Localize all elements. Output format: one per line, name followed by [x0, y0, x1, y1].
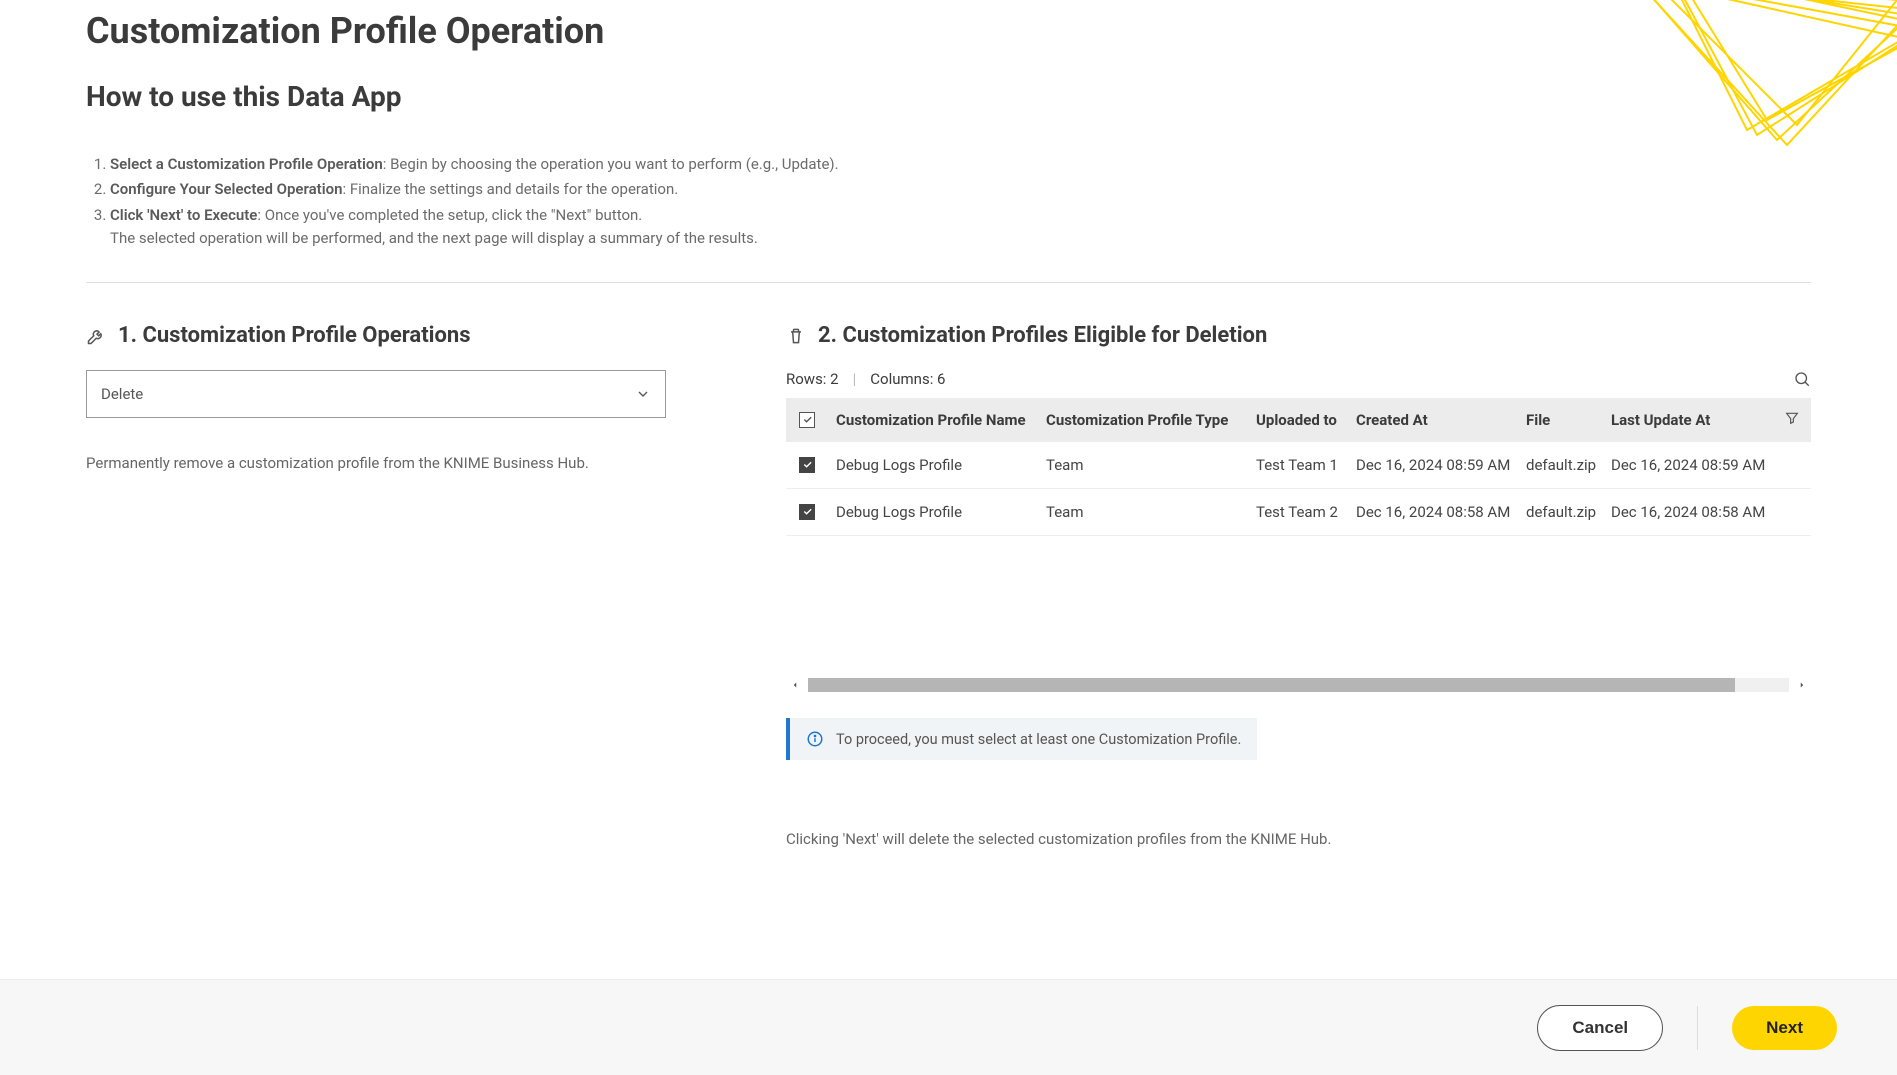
filter-button[interactable] [1784, 412, 1800, 430]
instruction-item: Select a Customization Profile Operation… [110, 153, 1811, 176]
wrench-icon [86, 326, 106, 346]
cancel-button[interactable]: Cancel [1537, 1005, 1663, 1051]
footer-bar: Cancel Next [0, 979, 1897, 1075]
col-header[interactable]: Customization Profile Name [828, 398, 1038, 442]
col-header[interactable]: Uploaded to [1248, 398, 1348, 442]
cell-created: Dec 16, 2024 08:59 AM [1348, 442, 1518, 489]
divider [86, 282, 1811, 283]
col-header[interactable]: Last Update At [1603, 398, 1773, 442]
section-heading-operations: 1. Customization Profile Operations [86, 323, 726, 348]
select-all-checkbox[interactable] [799, 412, 815, 428]
table-meta: Rows: 2 | Columns: 6 [786, 370, 1811, 388]
columns-count: Columns: 6 [870, 370, 945, 388]
col-header[interactable]: Customization Profile Type [1038, 398, 1248, 442]
next-note: Clicking 'Next' will delete the selected… [786, 830, 1811, 848]
cell-type: Team [1038, 442, 1248, 489]
cell-type: Team [1038, 489, 1248, 536]
cell-file: default.zip [1518, 442, 1603, 489]
cell-name: Debug Logs Profile [828, 489, 1038, 536]
instruction-item: Configure Your Selected Operation: Final… [110, 178, 1811, 201]
instruction-item: Click 'Next' to Execute: Once you've com… [110, 204, 1811, 251]
table-row[interactable]: Debug Logs ProfileTeamTest Team 2Dec 16,… [786, 489, 1811, 536]
operation-select-value: Delete [101, 385, 143, 403]
footer-divider [1697, 1006, 1698, 1050]
operation-select[interactable]: Delete [86, 370, 666, 418]
info-icon [806, 730, 824, 748]
row-checkbox[interactable] [799, 504, 815, 520]
horizontal-scrollbar[interactable] [786, 676, 1811, 694]
scroll-right-arrow[interactable] [1793, 676, 1811, 694]
info-banner: To proceed, you must select at least one… [786, 718, 1257, 760]
cell-file: default.zip [1518, 489, 1603, 536]
profiles-table: Customization Profile Name Customization… [786, 398, 1811, 536]
cell-uploaded: Test Team 1 [1248, 442, 1348, 489]
col-header[interactable]: Created At [1348, 398, 1518, 442]
page-title: Customization Profile Operation [86, 0, 1811, 52]
cell-name: Debug Logs Profile [828, 442, 1038, 489]
rows-count: Rows: 2 [786, 370, 839, 388]
cell-updated: Dec 16, 2024 08:58 AM [1603, 489, 1773, 536]
scroll-track[interactable] [808, 678, 1789, 692]
instructions-list: Select a Customization Profile Operation… [86, 153, 1811, 250]
section-heading-eligible: 2. Customization Profiles Eligible for D… [786, 323, 1811, 348]
next-button[interactable]: Next [1732, 1006, 1837, 1050]
cell-updated: Dec 16, 2024 08:59 AM [1603, 442, 1773, 489]
trash-icon [786, 326, 806, 346]
row-checkbox[interactable] [799, 457, 815, 473]
cell-created: Dec 16, 2024 08:58 AM [1348, 489, 1518, 536]
filter-icon [1784, 410, 1800, 426]
operation-description: Permanently remove a customization profi… [86, 454, 726, 472]
page-subtitle: How to use this Data App [86, 80, 1811, 113]
cell-uploaded: Test Team 2 [1248, 489, 1348, 536]
table-row[interactable]: Debug Logs ProfileTeamTest Team 1Dec 16,… [786, 442, 1811, 489]
col-header[interactable]: File [1518, 398, 1603, 442]
scroll-left-arrow[interactable] [786, 676, 804, 694]
chevron-down-icon [635, 386, 651, 402]
search-icon[interactable] [1793, 370, 1811, 388]
info-text: To proceed, you must select at least one… [836, 731, 1241, 748]
